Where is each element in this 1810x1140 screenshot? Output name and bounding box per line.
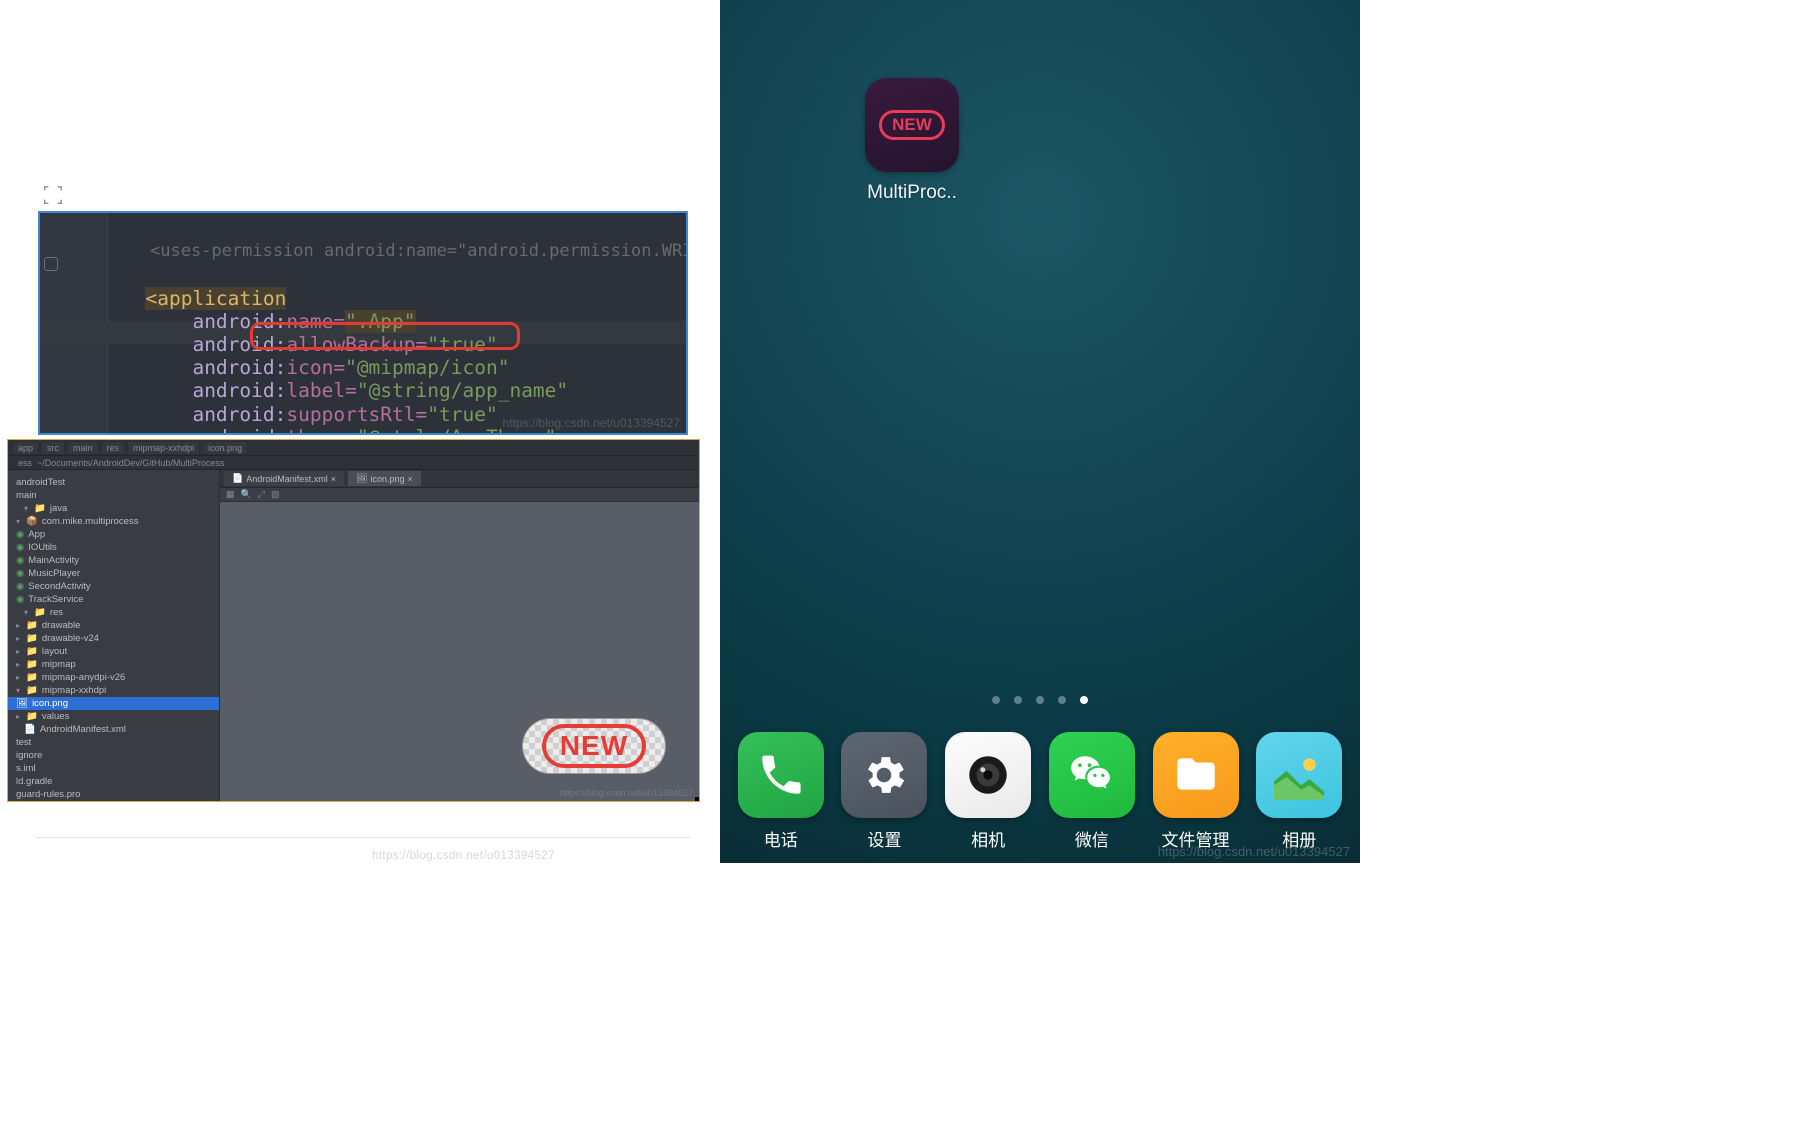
dock: 电话 设置 相机 微信 文件管理 bbox=[720, 732, 1360, 851]
tab-manifest[interactable]: 📄AndroidManifest.xml× bbox=[224, 471, 344, 486]
breadcrumb-main[interactable]: main bbox=[67, 441, 99, 455]
page-dot-current[interactable] bbox=[1080, 696, 1088, 704]
phone-icon bbox=[738, 732, 824, 818]
tree-musicplayer[interactable]: ◉MusicPlayer bbox=[8, 567, 219, 580]
page-dot[interactable] bbox=[992, 696, 1000, 704]
app-icon: NEW bbox=[865, 78, 959, 172]
tree-java[interactable]: ▾📁java bbox=[8, 502, 219, 515]
gallery-icon bbox=[1256, 732, 1342, 818]
xml-code: <uses-permission android:name="android.p… bbox=[108, 213, 686, 433]
tree-ignore[interactable]: ignore bbox=[8, 749, 219, 762]
new-badge-label: NEW bbox=[542, 724, 646, 768]
tree-trackservice[interactable]: ◉TrackService bbox=[8, 593, 219, 606]
tree-mipmap-anydpi[interactable]: ▸📁mipmap-anydpi-v26 bbox=[8, 671, 219, 684]
tree-test[interactable]: test bbox=[8, 736, 219, 749]
app-multiproc[interactable]: NEW MultiProc.. bbox=[865, 78, 959, 204]
image-toolbar: ▦ 🔍 ⤢ ▧ bbox=[220, 488, 699, 502]
dock-camera[interactable]: 相机 bbox=[945, 732, 1031, 851]
xml-tag-application: <application bbox=[145, 287, 286, 310]
folder-icon bbox=[1153, 732, 1239, 818]
tree-drawable-v24[interactable]: ▸📁drawable-v24 bbox=[8, 632, 219, 645]
dock-gallery[interactable]: 相册 bbox=[1256, 732, 1342, 851]
crop-handle-icon[interactable] bbox=[42, 184, 64, 206]
project-tree[interactable]: androidTest main ▾📁java ▾📦com.mike.multi… bbox=[8, 470, 220, 801]
tree-androidtest[interactable]: androidTest bbox=[8, 476, 219, 489]
dock-label: 微信 bbox=[1049, 826, 1135, 851]
breadcrumb-app[interactable]: app bbox=[12, 441, 39, 455]
zoom-1to1-icon[interactable]: ▦ bbox=[226, 489, 235, 500]
page-dot[interactable] bbox=[1058, 696, 1066, 704]
divider bbox=[36, 837, 691, 838]
page-dot[interactable] bbox=[1036, 696, 1044, 704]
fold-mark-icon bbox=[44, 257, 58, 271]
tree-res[interactable]: ▾📁res bbox=[8, 606, 219, 619]
tree-mainactivity[interactable]: ◉MainActivity bbox=[8, 554, 219, 567]
page-indicator[interactable] bbox=[720, 696, 1360, 704]
tree-icon-png[interactable]: 🖼icon.png bbox=[8, 697, 219, 710]
tree-package[interactable]: ▾📦com.mike.multiprocess bbox=[8, 515, 219, 528]
camera-icon bbox=[945, 732, 1031, 818]
tree-values[interactable]: ▸📁values bbox=[8, 710, 219, 723]
dock-settings[interactable]: 设置 bbox=[841, 732, 927, 851]
watermark: https://blog.csdn.net/u013394527 bbox=[1158, 844, 1350, 859]
dock-label: 相机 bbox=[945, 826, 1031, 851]
tree-mipmap-xxhdpi[interactable]: ▾📁mipmap-xxhdpi bbox=[8, 684, 219, 697]
tree-secondactivity[interactable]: ◉SecondActivity bbox=[8, 580, 219, 593]
project-path: ess ~/Documents/AndroidDev/GitHub/MultiP… bbox=[8, 456, 699, 470]
tree-layout[interactable]: ▸📁layout bbox=[8, 645, 219, 658]
gear-icon bbox=[841, 732, 927, 818]
tree-mipmap[interactable]: ▸📁mipmap bbox=[8, 658, 219, 671]
breadcrumb-icon[interactable]: icon.png bbox=[202, 441, 248, 455]
footer-url: https://blog.csdn.net/u013394527 bbox=[372, 850, 555, 862]
code-editor-screenshot: <uses-permission android:name="android.p… bbox=[38, 211, 688, 435]
zoom-out-icon[interactable]: ⤢ bbox=[258, 489, 265, 500]
tree-proguard[interactable]: guard-rules.pro bbox=[8, 788, 219, 801]
tree-gradle[interactable]: ld.gradle bbox=[8, 775, 219, 788]
dock-wechat[interactable]: 微信 bbox=[1049, 732, 1135, 851]
editor-pane: 📄AndroidManifest.xml× 🖼icon.png× ▦ 🔍 ⤢ ▧… bbox=[220, 470, 699, 801]
breadcrumb-res[interactable]: res bbox=[101, 441, 126, 455]
breadcrumb-mipmap[interactable]: mipmap-xxhdpi bbox=[127, 441, 200, 455]
dock-phone[interactable]: 电话 bbox=[738, 732, 824, 851]
new-badge-icon: NEW bbox=[879, 110, 945, 140]
zoom-in-icon[interactable]: 🔍 bbox=[241, 489, 252, 500]
phone-homescreen: NEW MultiProc.. 电话 设置 相机 bbox=[720, 0, 1360, 863]
watermark: https://blog.csdn.net/u013394527 bbox=[560, 788, 693, 798]
tab-icon-png[interactable]: 🖼icon.png× bbox=[348, 471, 421, 486]
breadcrumb-src[interactable]: src bbox=[41, 441, 65, 455]
dock-label: 设置 bbox=[841, 826, 927, 851]
left-column: <uses-permission android:name="android.p… bbox=[0, 0, 710, 1140]
tree-app[interactable]: ◉App bbox=[8, 528, 219, 541]
tree-ioutils[interactable]: ◉IOUtils bbox=[8, 541, 219, 554]
watermark: https://blog.csdn.net/u013394527 bbox=[503, 416, 680, 430]
tree-main[interactable]: main bbox=[8, 489, 219, 502]
ide-toolbar: app src main res mipmap-xxhdpi icon.png bbox=[8, 440, 699, 456]
tree-ore[interactable]: ore bbox=[8, 801, 219, 802]
editor-tabs: 📄AndroidManifest.xml× 🖼icon.png× bbox=[220, 470, 699, 488]
dock-files[interactable]: 文件管理 bbox=[1153, 732, 1239, 851]
dock-label: 电话 bbox=[738, 826, 824, 851]
wechat-icon bbox=[1049, 732, 1135, 818]
tree-iml[interactable]: s.iml bbox=[8, 762, 219, 775]
breadcrumb: app src main res mipmap-xxhdpi icon.png bbox=[12, 441, 248, 455]
grid-icon[interactable]: ▧ bbox=[271, 489, 280, 500]
resize-handle-icon[interactable] bbox=[695, 797, 700, 802]
page-dot[interactable] bbox=[1014, 696, 1022, 704]
app-label: MultiProc.. bbox=[865, 182, 959, 204]
tree-drawable[interactable]: ▸📁drawable bbox=[8, 619, 219, 632]
tree-manifest[interactable]: 📄AndroidManifest.xml bbox=[8, 723, 219, 736]
cut-line: <uses-permission android:name="android.p… bbox=[122, 237, 688, 261]
image-preview: NEW bbox=[523, 719, 665, 773]
ide-project-screenshot: app src main res mipmap-xxhdpi icon.png … bbox=[7, 439, 700, 802]
